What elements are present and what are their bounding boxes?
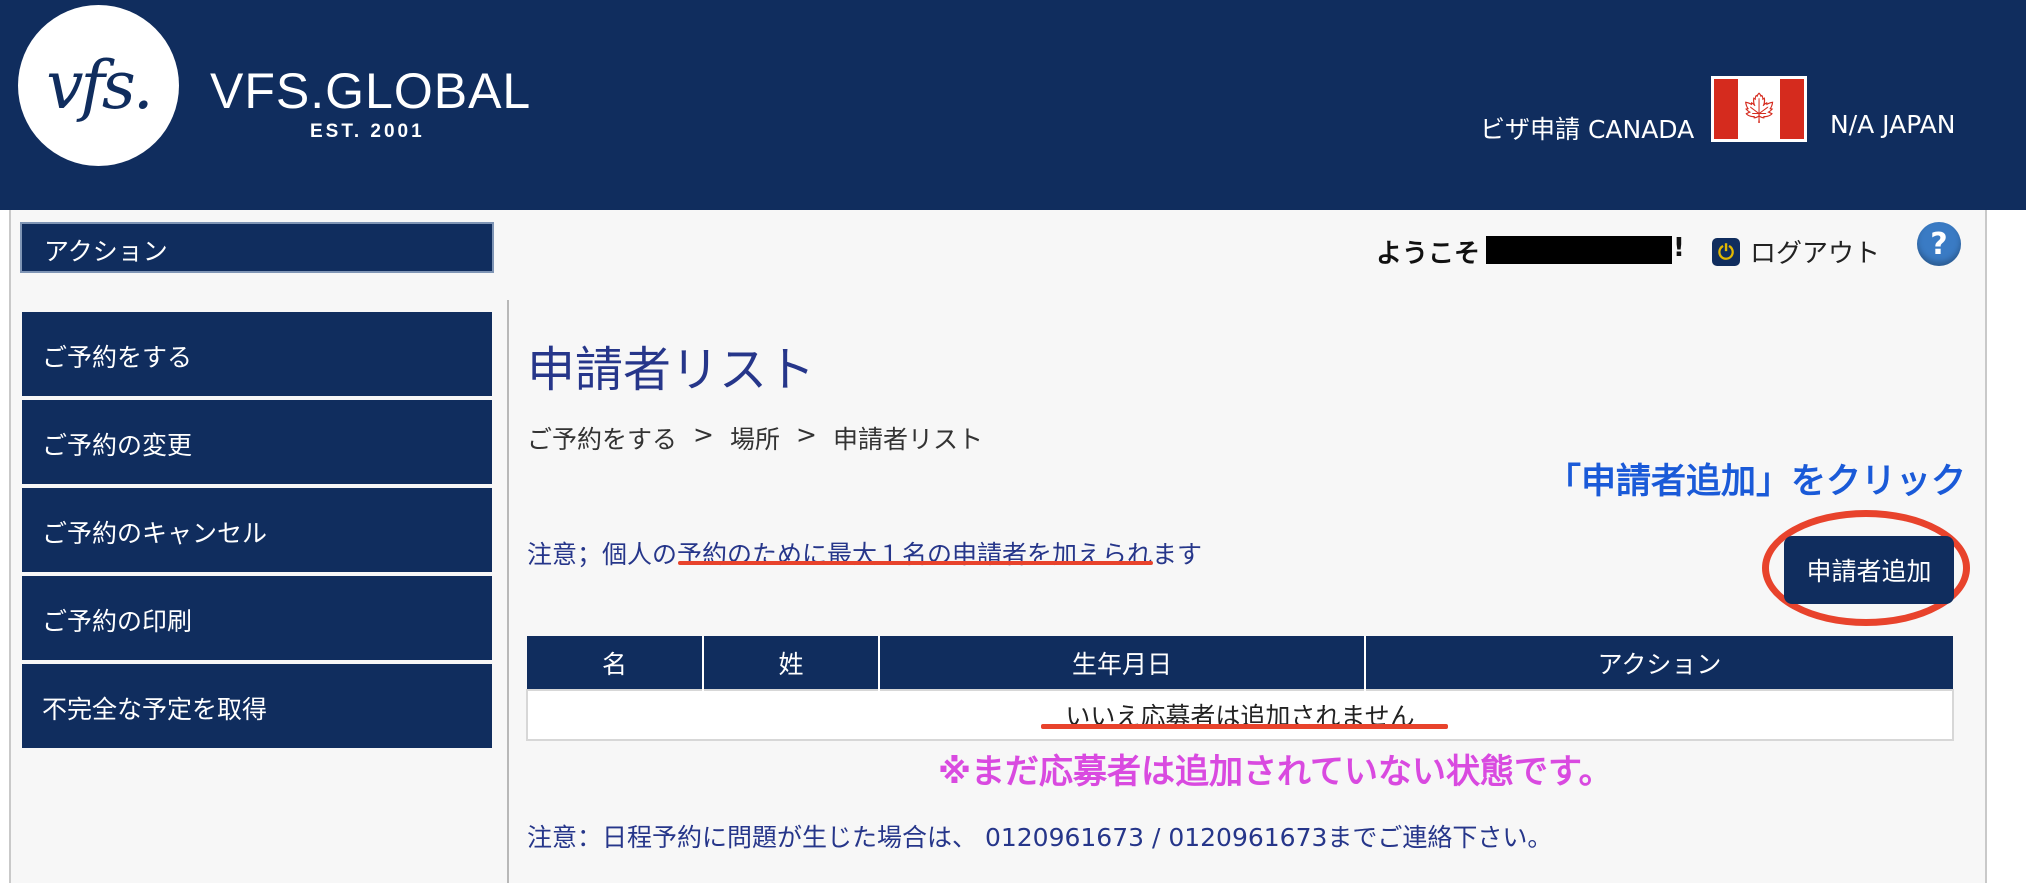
column-action: アクション [1365,636,1953,690]
sidebar-item-make-appointment[interactable]: ご予約をする [22,312,492,396]
brand-established: EST. 2001 [310,121,425,142]
column-last-name: 姓 [703,636,880,690]
table-row: いいえ応募者は追加されません [526,689,1954,741]
sidebar-item-incomplete-appointment[interactable]: 不完全な予定を取得 [22,664,492,748]
welcome-text: ようこそ [1376,239,1481,269]
logo-text: vfs. [46,47,154,124]
breadcrumb: ご予約をする > 場所 > 申請者リスト [527,420,983,456]
site-header: vfs. VFS.GLOBAL EST. 2001 ビザ申請 CANADA 🍁︎… [0,0,2026,210]
redacted-username [1486,236,1672,264]
column-first-name: 名 [527,636,704,690]
empty-table-message: いいえ応募者は追加されません [526,689,1954,741]
welcome-exclamation: ! [1673,233,1685,263]
canada-flag-icon: 🍁︎ [1711,76,1807,142]
empty-state-annotation: ※まだ応募者は追加されていない状態です。 [938,752,1613,792]
breadcrumb-location[interactable]: 場所 [730,420,780,456]
brand-name: VFS.GLOBAL [210,63,532,119]
page-title: 申請者リスト [527,342,816,398]
help-icon[interactable]: ? [1917,222,1961,266]
breadcrumb-separator: > [795,420,817,449]
sidebar-item-change-appointment[interactable]: ご予約の変更 [22,400,492,484]
logout-link[interactable]: ログアウト [1750,233,1880,270]
location-label: N/A JAPAN [1830,110,1956,139]
annotation-underline [1041,724,1448,729]
annotation-underline [678,561,1153,565]
sidebar-header: アクション [20,222,494,273]
power-icon[interactable]: ⏻ [1712,238,1740,266]
sidebar-item-print-appointment[interactable]: ご予約の印刷 [22,576,492,660]
table-header-row: 名 姓 生年月日 アクション [527,636,1953,690]
breadcrumb-make-appointment[interactable]: ご予約をする [527,420,677,456]
click-hint-annotation: 「申請者追加」をクリック [1546,462,1967,502]
vfs-logo: vfs. [18,5,179,166]
add-applicant-button[interactable]: 申請者追加 [1784,536,1954,604]
sidebar-item-cancel-appointment[interactable]: ご予約のキャンセル [22,488,492,572]
breadcrumb-applicant-list: 申請者リスト [832,425,983,454]
breadcrumb-separator: > [693,420,714,449]
sidebar-divider [507,300,509,883]
column-birth-date: 生年月日 [879,636,1366,690]
max-applicant-notice: 注意；個人の予約のために最大１名の申請者を加えられます [527,540,1203,569]
visa-country-label: ビザ申請 CANADA [1480,115,1695,144]
contact-notice: 注意：日程予約に問題が生じた場合は、 0120961673 / 01209616… [527,823,1553,852]
